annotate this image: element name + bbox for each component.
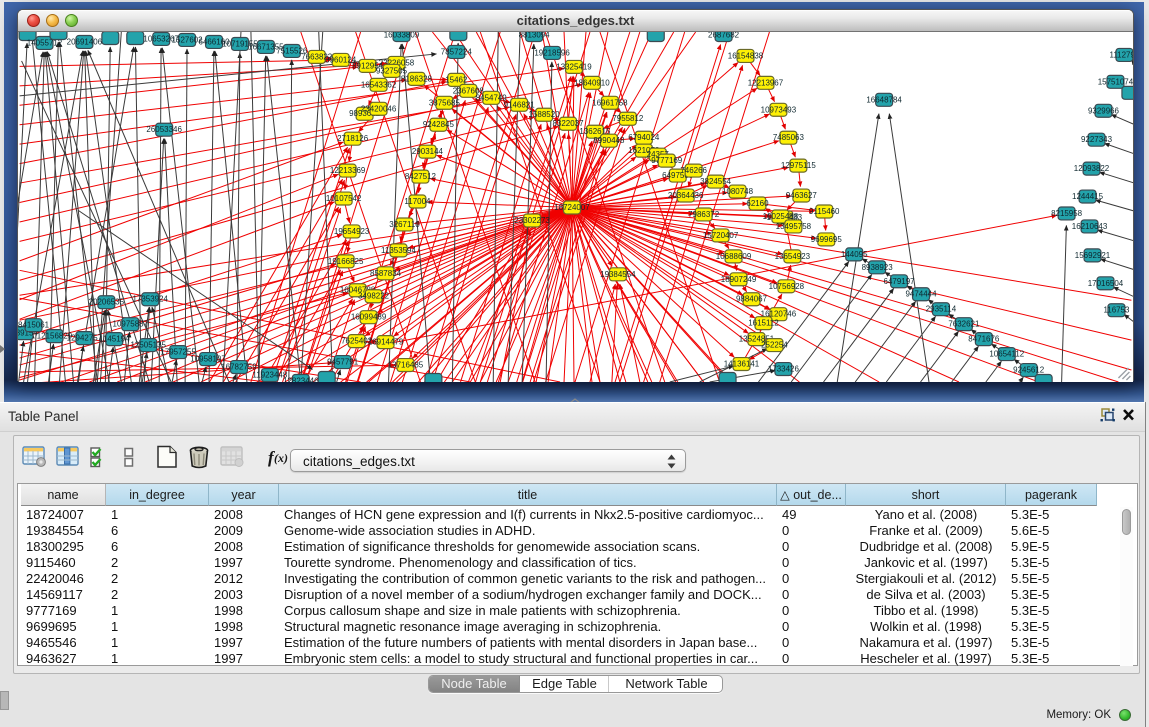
- svg-text:17016504: 17016504: [1088, 279, 1124, 288]
- svg-text:7986372: 7986372: [688, 210, 720, 219]
- svg-text:116753: 116753: [1103, 306, 1130, 315]
- svg-text:9777169: 9777169: [651, 156, 683, 165]
- svg-text:8454749: 8454749: [476, 93, 508, 102]
- svg-text:9884067: 9884067: [736, 295, 768, 304]
- svg-text:9699695: 9699695: [811, 235, 843, 244]
- svg-text:9329966: 9329966: [1088, 106, 1120, 115]
- svg-text:117004: 117004: [404, 197, 431, 206]
- svg-text:12975115: 12975115: [781, 161, 816, 170]
- svg-text:19166825: 19166825: [328, 257, 364, 266]
- svg-text:1615112: 1615112: [748, 319, 779, 328]
- svg-text:8471676: 8471676: [968, 335, 1000, 344]
- svg-text:2687682: 2687682: [708, 32, 740, 39]
- svg-text:9146821: 9146821: [504, 100, 536, 109]
- svg-text:252254: 252254: [761, 341, 788, 350]
- svg-text:16033809: 16033809: [384, 32, 420, 39]
- svg-text:23302273: 23302273: [514, 216, 550, 225]
- svg-text:7955812: 7955812: [612, 114, 644, 123]
- svg-text:15692921: 15692921: [1075, 251, 1111, 260]
- svg-text:15462: 15462: [445, 75, 468, 84]
- svg-text:6794024: 6794024: [628, 133, 660, 142]
- svg-text:9463627: 9463627: [786, 191, 818, 200]
- svg-text:18640910: 18640910: [574, 78, 610, 87]
- svg-text:18724007: 18724007: [554, 203, 590, 212]
- svg-text:7485063: 7485063: [773, 133, 805, 142]
- svg-text:8587834: 8587834: [370, 269, 402, 278]
- svg-text:746266: 746266: [680, 166, 707, 175]
- svg-text:8938923: 8938923: [862, 263, 894, 272]
- svg-text:7857224: 7857224: [441, 47, 473, 56]
- svg-text:12093822: 12093822: [1074, 164, 1110, 173]
- svg-text:15720407: 15720407: [703, 231, 739, 240]
- svg-text:18907249: 18907249: [721, 275, 757, 284]
- svg-text:16961758: 16961758: [592, 98, 628, 107]
- svg-text:8415061: 8415061: [18, 321, 50, 330]
- svg-text:1588520: 1588520: [529, 110, 561, 119]
- svg-text:9227343: 9227343: [1081, 135, 1113, 144]
- svg-text:19218596: 19218596: [534, 48, 570, 57]
- svg-text:1145194: 1145194: [99, 335, 130, 344]
- svg-text:14136141: 14136141: [724, 360, 760, 369]
- svg-text:2903144: 2903144: [412, 147, 444, 156]
- svg-text:23420046: 23420046: [361, 104, 397, 113]
- svg-text:20364436: 20364436: [668, 191, 704, 200]
- svg-text:19384554: 19384554: [600, 270, 636, 279]
- svg-text:8427512: 8427512: [405, 172, 437, 181]
- svg-text:13325419: 13325419: [556, 62, 592, 71]
- svg-text:9115460: 9115460: [809, 207, 840, 216]
- svg-text:12213967: 12213967: [748, 78, 784, 87]
- svg-text:16543362: 16543362: [361, 80, 397, 89]
- svg-text:8215958: 8215958: [1051, 209, 1083, 218]
- svg-text:(x): (x): [274, 451, 288, 465]
- svg-text:3875685: 3875685: [429, 98, 461, 107]
- svg-text:62160: 62160: [746, 199, 769, 208]
- svg-text:10975887: 10975887: [113, 320, 149, 329]
- svg-text:8990448: 8990448: [593, 136, 625, 145]
- svg-text:10654112: 10654112: [989, 350, 1024, 359]
- svg-text:13654923: 13654923: [775, 252, 811, 261]
- svg-text:10756928: 10756928: [769, 282, 805, 291]
- svg-text:19654923: 19654923: [334, 227, 370, 236]
- svg-text:9457791: 9457791: [327, 358, 359, 367]
- svg-text:2935114: 2935114: [926, 305, 957, 314]
- svg-text:3824554: 3824554: [700, 177, 732, 186]
- svg-text:16099489: 16099489: [351, 313, 387, 322]
- svg-text:1244415: 1244415: [1072, 192, 1104, 201]
- svg-text:16914479: 16914479: [368, 338, 404, 347]
- svg-text:12213369: 12213369: [330, 166, 366, 175]
- svg-text:20206535: 20206535: [89, 298, 125, 307]
- svg-text:13716485: 13716485: [388, 361, 424, 370]
- svg-text:26053346: 26053346: [146, 125, 182, 134]
- svg-text:8186328: 8186328: [401, 74, 433, 83]
- svg-text:16648784: 16648784: [866, 95, 902, 104]
- svg-text:6479197: 6479197: [884, 277, 916, 286]
- svg-text:16210643: 16210643: [1072, 222, 1108, 231]
- svg-text:144095: 144095: [841, 250, 868, 259]
- svg-text:3267110: 3267110: [389, 220, 420, 229]
- svg-text:9474444: 9474444: [905, 290, 937, 299]
- svg-text:9245612: 9245612: [1013, 366, 1045, 375]
- svg-text:16154838: 16154838: [728, 51, 764, 60]
- svg-text:10973493: 10973493: [761, 105, 797, 114]
- svg-text:12942757: 12942757: [67, 334, 103, 343]
- svg-text:2718126: 2718126: [337, 134, 369, 143]
- svg-text:15751074: 15751074: [1098, 77, 1133, 86]
- svg-text:11353594: 11353594: [381, 246, 416, 255]
- svg-text:9242845: 9242845: [423, 120, 455, 129]
- svg-text:17353924: 17353924: [132, 295, 168, 304]
- svg-text:3498222: 3498222: [358, 292, 390, 301]
- svg-text:10688609: 10688609: [716, 252, 752, 261]
- svg-text:1733426: 1733426: [768, 365, 800, 374]
- svg-text:13495758: 13495758: [776, 222, 812, 231]
- svg-text:1112794: 1112794: [1110, 50, 1133, 59]
- svg-text:7632621: 7632621: [948, 320, 980, 329]
- svg-text:12823446: 12823446: [283, 376, 319, 382]
- svg-text:20691406: 20691406: [67, 37, 103, 46]
- svg-text:10107542: 10107542: [326, 194, 362, 203]
- svg-text:8813094: 8813094: [519, 32, 551, 39]
- svg-text:1080748: 1080748: [722, 187, 754, 196]
